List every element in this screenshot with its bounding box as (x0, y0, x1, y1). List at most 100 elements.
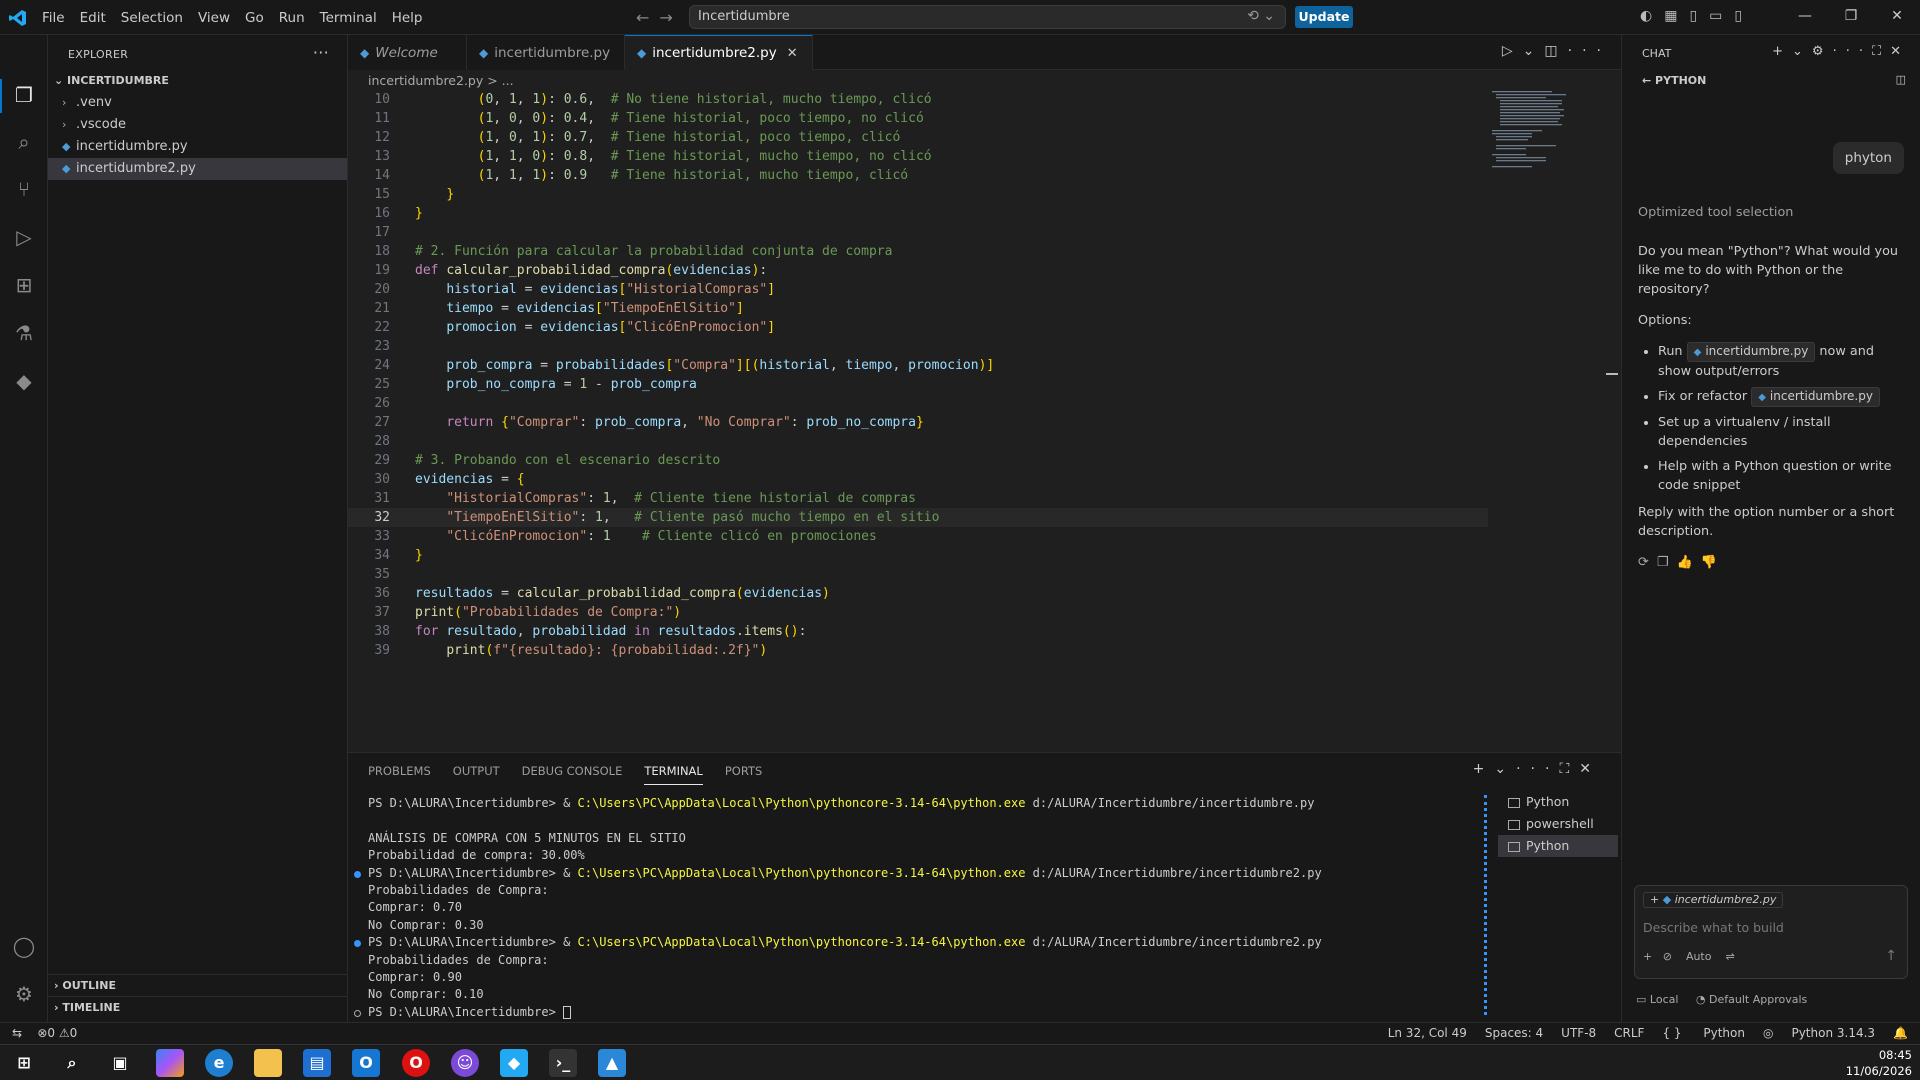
code-line[interactable]: 22 promocion = evidencias["ClicóEnPromoc… (348, 318, 1488, 337)
code-line[interactable]: 39 print(f"{resultado}: {probabilidad:.2… (348, 641, 1488, 660)
send-icon[interactable]: ↑ (1885, 948, 1897, 964)
gear-icon[interactable]: ⚙ (1812, 44, 1833, 59)
photos-icon[interactable]: ▲ (598, 1049, 626, 1077)
code-line[interactable]: 15 } (348, 185, 1488, 204)
code-line[interactable]: 14 (1, 1, 1): 0.9 # Tiene historial, muc… (348, 166, 1488, 185)
toggle-sidebar-icon[interactable]: ▯ (1689, 8, 1709, 24)
terminal-output[interactable]: PS D:\ALURA\Incertidumbre> & C:\Users\PC… (348, 795, 1483, 1021)
tree-item-incertidumbre[interactable]: ◆ incertidumbre.py (48, 136, 347, 158)
vscode-taskbar-icon[interactable]: ◆ (500, 1049, 528, 1077)
tools-icon[interactable]: ⊘ (1663, 950, 1672, 963)
code-line[interactable]: 25 prob_no_compra = 1 - prob_compra (348, 375, 1488, 394)
testing-icon[interactable]: ⚗ (10, 319, 38, 347)
code-line[interactable]: 28 (348, 432, 1488, 451)
account-icon[interactable]: ◯ (10, 932, 38, 960)
tab-problems[interactable]: PROBLEMS (368, 756, 431, 784)
retry-icon[interactable]: ⟳ (1638, 555, 1657, 570)
tab-incertidumbre[interactable]: ◆ incertidumbre.py (467, 35, 625, 70)
file-chip[interactable]: ◆ incertidumbre.py (1686, 342, 1816, 362)
scrollbar-marker[interactable] (1606, 373, 1618, 375)
code-line[interactable]: 20 historial = evidencias["HistorialComp… (348, 280, 1488, 299)
code-line[interactable]: 26 (348, 394, 1488, 413)
explorer-icon[interactable]: ❐ (10, 81, 38, 109)
remote-icon[interactable]: ⇆ (12, 1026, 22, 1040)
bell-icon[interactable]: 🔔 (1893, 1026, 1908, 1040)
close-window-icon[interactable]: ✕ (1874, 0, 1920, 35)
edge-browser-icon[interactable]: e (205, 1049, 233, 1077)
new-terminal-icon[interactable]: +⌄ (1473, 761, 1516, 777)
mode-picker[interactable]: Auto (1686, 950, 1712, 963)
search-icon[interactable]: ⌕ (10, 128, 38, 156)
more-actions-icon[interactable]: ··· (1516, 761, 1559, 777)
breadcrumb[interactable]: incertidumbre2.py > ... (348, 70, 1621, 90)
code-line[interactable]: 17 (348, 223, 1488, 242)
cursor-position[interactable]: Ln 32, Col 49 (1388, 1026, 1467, 1040)
code-line[interactable]: 34} (348, 546, 1488, 565)
search-icon[interactable]: ⌕ (58, 1049, 86, 1077)
code-line[interactable]: 37 print("Probabilidades de Compra:") (348, 603, 1488, 622)
file-explorer-icon[interactable] (254, 1049, 282, 1077)
attached-file-chip[interactable]: + ◆ incertidumbre2.py (1643, 892, 1784, 908)
menu-go[interactable]: Go (245, 10, 264, 26)
windows-start-icon[interactable]: ⊞ (10, 1049, 38, 1077)
tab-ports[interactable]: PORTS (725, 756, 762, 784)
chat-toggle-icon[interactable]: ⟲ ⌄ (1247, 8, 1275, 24)
code-line[interactable]: 16} (348, 204, 1488, 223)
end-of-line[interactable]: CRLF (1614, 1026, 1644, 1040)
code-line[interactable]: 29 # 3. Probando con el escenario descrit… (348, 451, 1488, 470)
menu-selection[interactable]: Selection (121, 10, 183, 26)
store-icon[interactable]: ▤ (303, 1049, 331, 1077)
toggle-panel-icon[interactable]: ▭ (1709, 8, 1734, 24)
code-line[interactable]: 33 "ClicóEnPromocion": 1 # Cliente clicó… (348, 527, 1488, 546)
back-arrow-icon[interactable]: ← (1642, 74, 1655, 87)
more-actions-icon[interactable]: ··· (1568, 43, 1611, 59)
thumbs-down-icon[interactable]: 👎 (1701, 555, 1725, 570)
code-line[interactable]: 38 for resultado, probabilidad in resulta… (348, 622, 1488, 641)
more-actions-icon[interactable]: ··· (313, 43, 329, 62)
language-mode[interactable]: { } Python (1662, 1026, 1745, 1040)
code-line[interactable]: 10 (0, 1, 1): 0.6, # No tiene historial,… (348, 90, 1488, 109)
tab-debug-console[interactable]: DEBUG CONSOLE (522, 756, 623, 784)
tab-output[interactable]: OUTPUT (453, 756, 500, 784)
run-python-file-icon[interactable]: ▷⌄ (1502, 43, 1545, 59)
problems-indicator[interactable]: ⊗0 ⚠0 (37, 1026, 77, 1040)
thumbs-up-icon[interactable]: 👍 (1677, 555, 1701, 570)
code-line[interactable]: 12 (1, 0, 1): 0.7, # Tiene historial, po… (348, 128, 1488, 147)
minimize-icon[interactable]: — (1782, 0, 1828, 35)
settings-icon[interactable]: ⚙ (10, 980, 38, 1008)
python-interpreter[interactable]: Python 3.14.3 (1791, 1026, 1875, 1040)
more-actions-icon[interactable]: ··· (1833, 44, 1872, 59)
add-context-icon[interactable]: + (1643, 950, 1652, 963)
approvals-label[interactable]: Default Approvals (1709, 993, 1807, 1006)
code-line[interactable]: 21 tiempo = evidencias["TiempoEnElSitio"… (348, 299, 1488, 318)
code-line[interactable]: 30 evidencias = { (348, 470, 1488, 489)
code-line[interactable]: 23 (348, 337, 1488, 356)
system-clock[interactable]: 08:45 11/06/2026 (1846, 1047, 1912, 1079)
command-decoration-icon[interactable] (354, 870, 361, 878)
outlook-icon[interactable]: O (352, 1049, 380, 1077)
close-panel-icon[interactable]: ✕ (1579, 761, 1601, 777)
minimap[interactable] (1490, 90, 1590, 170)
back-arrow-icon[interactable]: ← (636, 8, 659, 27)
tree-item-incertidumbre2[interactable]: ◆ incertidumbre2.py (48, 158, 347, 180)
command-decoration-icon[interactable] (354, 1009, 361, 1017)
timeline-section[interactable]: › TIMELINE (48, 996, 348, 1018)
command-decoration-icon[interactable] (354, 940, 361, 948)
code-line[interactable]: 18 # 2. Función para calcular la probabil… (348, 242, 1488, 261)
tab-terminal[interactable]: TERMINAL (644, 756, 703, 785)
close-tab-icon[interactable]: ✕ (787, 46, 798, 61)
encoding[interactable]: UTF-8 (1561, 1026, 1596, 1040)
terminal-item-python[interactable]: Python (1498, 791, 1618, 813)
code-line[interactable]: 27 return {"Comprar": prob_compra, "No C… (348, 413, 1488, 432)
file-chip[interactable]: ◆ incertidumbre.py (1751, 387, 1880, 407)
copilot-icon[interactable]: ◎ (1763, 1026, 1773, 1040)
opera-icon[interactable]: O (402, 1049, 430, 1077)
split-editor-icon[interactable]: ◫ (1544, 43, 1567, 59)
terminal-item-python-active[interactable]: Python (1498, 835, 1618, 857)
code-line[interactable]: 35 (348, 565, 1488, 584)
new-chat-icon[interactable]: +⌄ (1772, 44, 1812, 59)
code-line[interactable]: 31 "HistorialCompras": 1, # Cliente tien… (348, 489, 1488, 508)
menu-edit[interactable]: Edit (80, 10, 106, 26)
toggle-secondary-sidebar-icon[interactable]: ▯ (1734, 8, 1754, 24)
maximize-panel-icon[interactable]: ⛶ (1559, 761, 1579, 777)
